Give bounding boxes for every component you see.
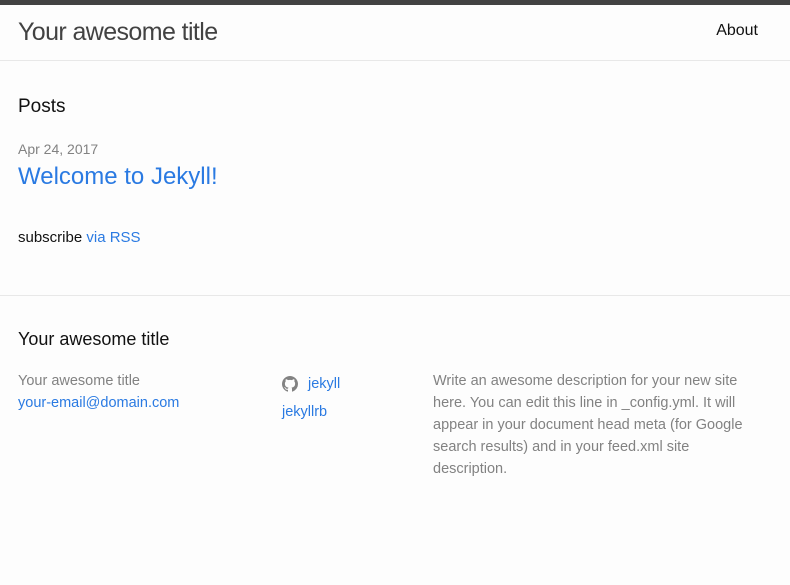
footer-email-link[interactable]: your-email@domain.com — [18, 392, 179, 414]
github-link[interactable]: jekyll — [308, 370, 340, 398]
subscribe-prefix: subscribe — [18, 229, 83, 246]
twitter-link[interactable]: jekyllrb — [282, 404, 327, 420]
subscribe-line: subscribe via RSS — [18, 229, 141, 246]
footer-social-column: jekyll jekyllrb — [282, 370, 340, 426]
site-footer: Your awesome title Your awesome title yo… — [0, 296, 790, 584]
site-header: Your awesome title About — [0, 5, 790, 61]
github-icon — [282, 376, 298, 392]
github-row: jekyll — [282, 370, 340, 398]
posts-heading: Posts — [18, 96, 66, 117]
post-date: Apr 24, 2017 — [18, 141, 99, 157]
footer-contact-column: Your awesome title your-email@domain.com — [18, 370, 179, 414]
footer-heading: Your awesome title — [18, 329, 170, 349]
footer-name: Your awesome title — [18, 373, 140, 389]
site-title-link[interactable]: Your awesome title — [18, 18, 218, 47]
nav-link-about[interactable]: About — [716, 22, 758, 40]
twitter-row: jekyllrb — [282, 398, 340, 426]
post-title-link[interactable]: Welcome to Jekyll! — [18, 163, 218, 191]
rss-link[interactable]: via RSS — [86, 229, 140, 246]
site-description: Write an awesome description for your ne… — [433, 373, 743, 477]
page-content: Posts Apr 24, 2017 Welcome to Jekyll! su… — [0, 61, 790, 296]
